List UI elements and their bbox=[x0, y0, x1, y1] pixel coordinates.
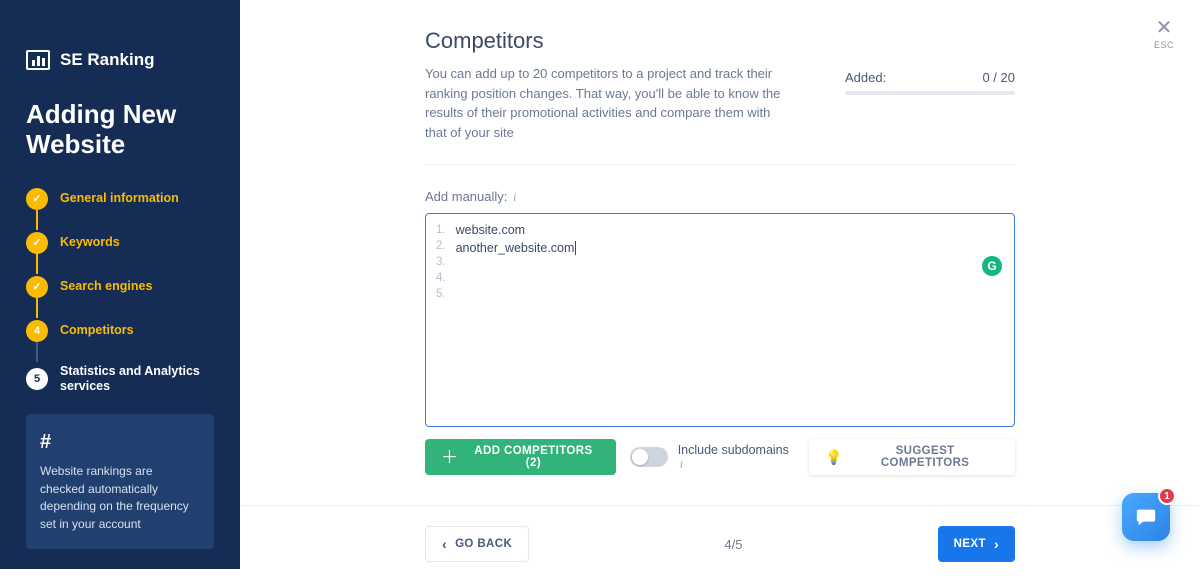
chevron-right-icon: › bbox=[994, 536, 999, 552]
header-row: Competitors You can add up to 20 competi… bbox=[425, 28, 1015, 142]
info-icon[interactable]: i bbox=[680, 457, 683, 471]
step-competitors[interactable]: 4 Competitors bbox=[26, 320, 214, 342]
tip-text: Website rankings are checked automatical… bbox=[40, 463, 200, 533]
content: Competitors You can add up to 20 competi… bbox=[425, 28, 1015, 475]
step-number-icon: 4 bbox=[26, 320, 48, 342]
plus-icon: ＋ bbox=[441, 449, 458, 466]
brand: SE Ranking bbox=[26, 50, 214, 70]
added-label: Added: bbox=[845, 70, 886, 85]
close-label: ESC bbox=[1154, 40, 1174, 50]
header-text: Competitors You can add up to 20 competi… bbox=[425, 28, 795, 142]
include-subdomains-toggle[interactable]: Include subdomains i bbox=[630, 443, 795, 472]
step-progress: 4/5 bbox=[724, 537, 742, 552]
page-title: Adding New Website bbox=[26, 100, 214, 160]
editor-actions: ＋ Add competitors (2) Include subdomains… bbox=[425, 439, 1015, 475]
add-manually-label: Add manually: i bbox=[425, 189, 1015, 205]
competitors-textarea[interactable]: 1.2.3.4.5. website.com another_website.c… bbox=[425, 213, 1015, 427]
check-icon: ✓ bbox=[26, 276, 48, 298]
section-title: Competitors bbox=[425, 28, 795, 54]
divider bbox=[425, 164, 1015, 165]
editor-line: another_website.com bbox=[456, 240, 577, 258]
grammarly-icon[interactable]: G bbox=[982, 256, 1002, 276]
close-button[interactable]: ✕ ESC bbox=[1154, 18, 1174, 50]
step-search-engines[interactable]: ✓ Search engines bbox=[26, 276, 214, 298]
chevron-left-icon: ‹ bbox=[442, 536, 447, 552]
next-button[interactable]: Next › bbox=[938, 526, 1015, 562]
chat-button[interactable]: 1 bbox=[1122, 493, 1170, 541]
go-back-button[interactable]: ‹ Go back bbox=[425, 526, 529, 562]
tip-card: # Website rankings are checked automatic… bbox=[26, 414, 214, 549]
added-value: 0 / 20 bbox=[982, 70, 1015, 85]
check-icon: ✓ bbox=[26, 188, 48, 210]
main: ✕ ESC Competitors You can add up to 20 c… bbox=[240, 0, 1200, 569]
suggest-competitors-button[interactable]: 💡 Suggest competitors bbox=[809, 439, 1015, 475]
add-competitors-button[interactable]: ＋ Add competitors (2) bbox=[425, 439, 616, 475]
line-numbers: 1.2.3.4.5. bbox=[436, 222, 446, 418]
chat-badge: 1 bbox=[1158, 487, 1176, 505]
toggle-label: Include subdomains i bbox=[678, 443, 796, 472]
check-icon: ✓ bbox=[26, 232, 48, 254]
footer: ‹ Go back 4/5 Next › bbox=[240, 505, 1200, 586]
added-progress-bar bbox=[845, 91, 1015, 95]
section-description: You can add up to 20 competitors to a pr… bbox=[425, 64, 795, 142]
added-counter: Added: 0 / 20 bbox=[845, 70, 1015, 142]
step-number-icon: 5 bbox=[26, 368, 48, 390]
close-icon: ✕ bbox=[1154, 18, 1174, 38]
step-keywords[interactable]: ✓ Keywords bbox=[26, 232, 214, 254]
toggle-track bbox=[630, 447, 667, 467]
editor-content: website.com another_website.com bbox=[456, 222, 577, 418]
step-statistics-analytics[interactable]: 5 Statistics and Analytics services bbox=[26, 364, 214, 394]
toggle-knob bbox=[632, 449, 648, 465]
editor-line: website.com bbox=[456, 222, 577, 240]
step-general-information[interactable]: ✓ General information bbox=[26, 188, 214, 210]
hash-icon: # bbox=[40, 428, 200, 457]
logo-icon bbox=[26, 50, 50, 70]
wizard-steps: ✓ General information ✓ Keywords ✓ Searc… bbox=[26, 188, 214, 394]
info-icon[interactable]: i bbox=[513, 190, 516, 204]
sidebar: SE Ranking Adding New Website ✓ General … bbox=[0, 0, 240, 569]
lightbulb-icon: 💡 bbox=[825, 449, 843, 466]
chat-icon bbox=[1135, 506, 1157, 528]
brand-name: SE Ranking bbox=[60, 50, 154, 70]
